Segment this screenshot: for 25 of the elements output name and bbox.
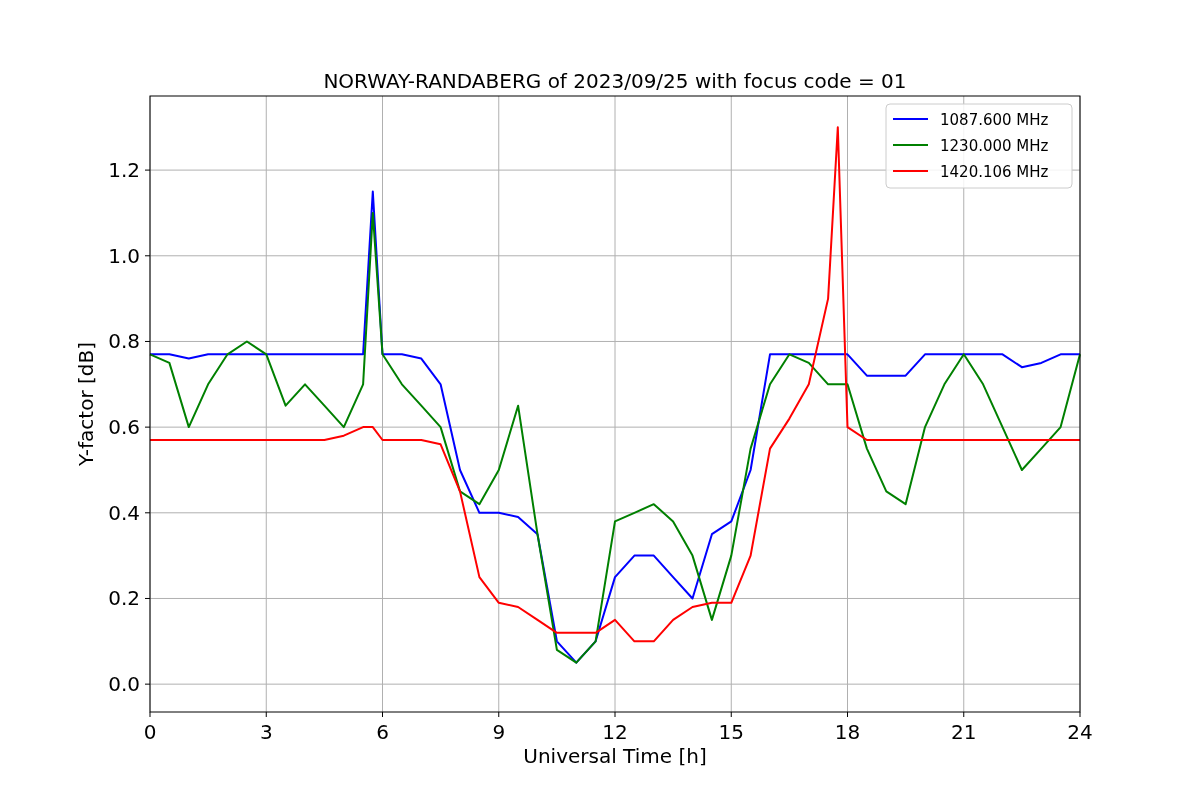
x-tick-label: 3 xyxy=(259,720,273,744)
legend-line-swatch xyxy=(892,144,929,146)
legend-label: 1087.600 MHz xyxy=(940,111,1049,129)
x-tick-label: 21 xyxy=(951,720,977,744)
x-tick-label: 0 xyxy=(143,720,157,744)
y-tick-label: 0.6 xyxy=(108,415,140,440)
y-tick-label: 0.2 xyxy=(108,586,140,611)
y-tick-label: 0.8 xyxy=(108,329,140,354)
x-tick-label: 9 xyxy=(492,720,506,744)
y-tick-label: 0.0 xyxy=(108,672,140,697)
legend-label: 1420.106 MHz xyxy=(940,163,1049,181)
y-tick-label: 1.2 xyxy=(108,158,140,183)
x-tick-label: 15 xyxy=(718,720,744,744)
x-axis-label: Universal Time [h] xyxy=(523,744,707,768)
y-tick-label: 0.4 xyxy=(108,500,140,525)
x-tick-label: 6 xyxy=(376,720,389,744)
x-tick-label: 24 xyxy=(1067,720,1093,744)
y-tick-label: 1.0 xyxy=(108,243,140,268)
legend-line-swatch xyxy=(892,170,929,172)
legend-line-swatch xyxy=(892,118,929,120)
x-tick-label: 12 xyxy=(602,720,628,744)
legend-label: 1230.000 MHz xyxy=(940,137,1049,155)
y-axis-label: Y-factor [dB] xyxy=(74,342,98,466)
chart-title: NORWAY-RANDABERG of 2023/09/25 with focus code = 01 xyxy=(323,69,907,93)
x-tick-label: 18 xyxy=(834,720,861,744)
